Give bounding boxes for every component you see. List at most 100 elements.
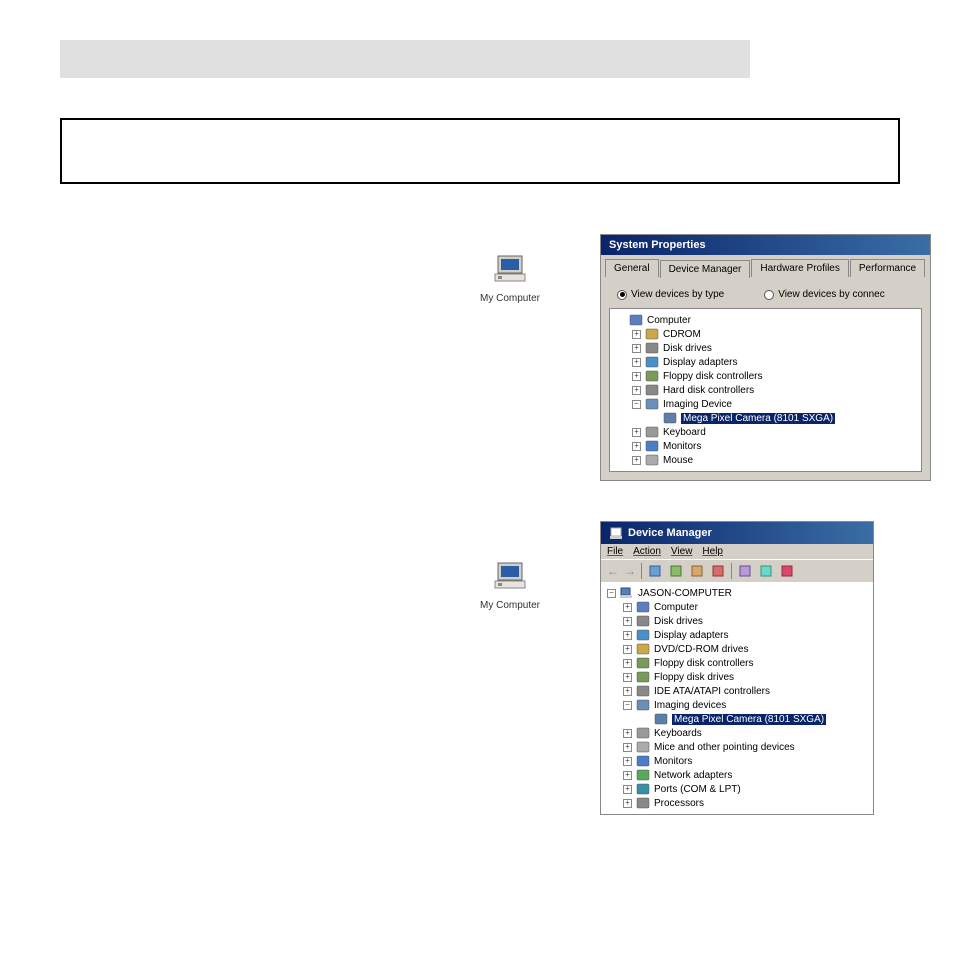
radio-by-type[interactable]: View devices by type: [617, 289, 724, 300]
tree-item[interactable]: + Network adapters: [601, 768, 873, 782]
tree-item[interactable]: +Keyboards: [601, 726, 873, 740]
tree-item[interactable]: +Floppy disk drives: [601, 670, 873, 684]
system-properties-window: System Properties General Device Manager…: [600, 234, 931, 481]
tree-label: Display adapters: [663, 357, 737, 368]
tree-item[interactable]: +IDE ATA/ATAPI controllers: [601, 684, 873, 698]
tree-item[interactable]: + Display adapters: [610, 355, 921, 369]
back-arrow-icon[interactable]: ←: [607, 564, 619, 578]
expander-icon[interactable]: +: [632, 372, 641, 381]
tree-item[interactable]: + Ports (COM & LPT): [601, 782, 873, 796]
network-icon: [636, 769, 650, 781]
tab-performance[interactable]: Performance: [850, 259, 925, 277]
menu-action[interactable]: Action: [633, 546, 661, 557]
tree-item[interactable]: Mega Pixel Camera (8101 SXGA): [610, 411, 921, 425]
tree-item[interactable]: +Computer: [601, 600, 873, 614]
toolbar-btn[interactable]: [668, 563, 684, 579]
expander-icon[interactable]: +: [623, 785, 632, 794]
cdrom-icon: [645, 328, 659, 340]
tree-item[interactable]: +Hard disk controllers: [610, 383, 921, 397]
tree-item[interactable]: +CDROM: [610, 327, 921, 341]
tab-hardware-profiles[interactable]: Hardware Profiles: [751, 259, 848, 277]
menu-view[interactable]: View: [671, 546, 693, 557]
menu-file[interactable]: File: [607, 546, 623, 557]
device-tree[interactable]: Computer+CDROM+Disk drives+Display adapt…: [609, 308, 922, 472]
forward-arrow-icon[interactable]: →: [624, 564, 636, 578]
expander-icon[interactable]: +: [623, 687, 632, 696]
disclaimer-box: [60, 118, 900, 184]
tree-item[interactable]: + Floppy disk controllers: [601, 656, 873, 670]
device-tree[interactable]: − JASON-COMPUTER +Computer+Disk drives+D…: [601, 582, 873, 814]
tree-item[interactable]: −Imaging Device: [610, 397, 921, 411]
toolbar-btn[interactable]: [647, 563, 663, 579]
ports-icon: [636, 783, 650, 795]
expander-icon[interactable]: +: [623, 617, 632, 626]
expander-icon[interactable]: +: [632, 442, 641, 451]
tree-item[interactable]: +Monitors: [601, 754, 873, 768]
menu-help[interactable]: Help: [702, 546, 723, 557]
tree-item[interactable]: Computer: [610, 313, 921, 327]
processor-icon: [636, 797, 650, 809]
toolbar-btn[interactable]: [689, 563, 705, 579]
expander-icon[interactable]: +: [632, 330, 641, 339]
expander-icon[interactable]: −: [607, 589, 616, 598]
expander-icon[interactable]: +: [623, 631, 632, 640]
floppy-icon: [636, 657, 650, 669]
expander-icon[interactable]: +: [623, 743, 632, 752]
tree-label: Display adapters: [654, 630, 728, 641]
expander-icon[interactable]: +: [623, 729, 632, 738]
tab-device-manager[interactable]: Device Manager: [660, 260, 751, 278]
floppy-icon: [636, 671, 650, 683]
expander-icon[interactable]: +: [623, 673, 632, 682]
tree-item[interactable]: + Disk drives: [601, 614, 873, 628]
computer-icon: [629, 314, 643, 326]
expander-icon[interactable]: +: [632, 456, 641, 465]
my-computer-icon[interactable]: [493, 254, 527, 289]
toolbar-btn[interactable]: [758, 563, 774, 579]
imaging-icon: [645, 398, 659, 410]
devmgr-titlebar: Device Manager: [601, 522, 873, 544]
tree-item[interactable]: +Mouse: [610, 453, 921, 467]
toolbar-btn[interactable]: [737, 563, 753, 579]
tree-item[interactable]: Mega Pixel Camera (8101 SXGA): [601, 712, 873, 726]
expander-icon[interactable]: +: [632, 344, 641, 353]
camera-icon: [654, 713, 668, 725]
expander-icon[interactable]: +: [623, 757, 632, 766]
expander-icon[interactable]: +: [623, 771, 632, 780]
tree-root[interactable]: − JASON-COMPUTER: [601, 586, 873, 600]
imaging-icon: [636, 699, 650, 711]
sysprops-tabs: General Device Manager Hardware Profiles…: [601, 255, 930, 277]
my-computer-label: My Computer: [450, 600, 570, 611]
tree-item[interactable]: +Keyboard: [610, 425, 921, 439]
radio-by-connection[interactable]: View devices by connec: [764, 289, 885, 300]
tab-general[interactable]: General: [605, 259, 659, 277]
floppy-icon: [645, 370, 659, 382]
expander-icon[interactable]: +: [623, 645, 632, 654]
expander-icon[interactable]: +: [623, 659, 632, 668]
tree-item[interactable]: +Processors: [601, 796, 873, 810]
tree-item[interactable]: +Monitors: [610, 439, 921, 453]
tree-label: Network adapters: [654, 770, 732, 781]
expander-icon[interactable]: +: [632, 386, 641, 395]
expander-icon[interactable]: −: [623, 701, 632, 710]
tree-item[interactable]: +Disk drives: [610, 341, 921, 355]
toolbar-btn[interactable]: [710, 563, 726, 579]
tree-item[interactable]: +Floppy disk controllers: [610, 369, 921, 383]
my-computer-icon[interactable]: [493, 561, 527, 596]
expander-icon[interactable]: +: [632, 428, 641, 437]
expander-icon[interactable]: −: [632, 400, 641, 409]
expander-icon[interactable]: +: [632, 358, 641, 367]
tree-item[interactable]: + Display adapters: [601, 628, 873, 642]
tree-item[interactable]: +DVD/CD-ROM drives: [601, 642, 873, 656]
tree-item[interactable]: +Mice and other pointing devices: [601, 740, 873, 754]
my-computer-label: My Computer: [450, 293, 570, 304]
tree-label: Disk drives: [654, 616, 703, 627]
keyboard-icon: [645, 426, 659, 438]
monitor-icon: [636, 755, 650, 767]
toolbar-btn[interactable]: [779, 563, 795, 579]
tree-item[interactable]: −Imaging devices: [601, 698, 873, 712]
tree-label: Ports (COM & LPT): [654, 784, 741, 795]
expander-icon[interactable]: +: [623, 603, 632, 612]
tree-label: Floppy disk controllers: [654, 658, 753, 669]
disk-icon: [645, 342, 659, 354]
expander-icon[interactable]: +: [623, 799, 632, 808]
